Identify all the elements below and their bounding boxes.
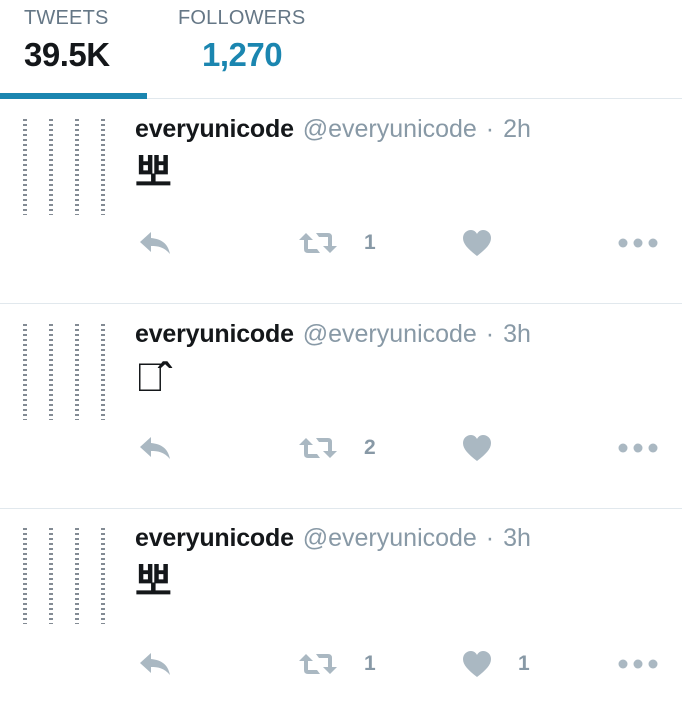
avatar-glyph-column [49,528,53,624]
retweet-count: 1 [364,652,376,675]
tweet-separator: · [485,524,495,552]
tweet-actions: 1 [0,223,682,263]
more-dots-icon [618,443,658,453]
tweet-fullname[interactable]: everyunicode [135,524,294,552]
tweet-timestamp[interactable]: 2h [503,115,531,143]
tweet-username[interactable]: @everyunicode [303,320,477,348]
reply-icon [138,435,172,461]
tweet-timestamp[interactable]: 3h [503,320,531,348]
more-dots-icon [618,659,658,669]
more-dots-icon [618,238,658,248]
tweet-item[interactable]: everyunicode @everyunicode · 3h 뽀̂ 2 [0,304,682,509]
followers-stat[interactable]: FOLLOWERS 1,270 [178,0,338,98]
heart-icon [462,434,492,462]
avatar-glyph-column [101,324,105,420]
avatar-glyph-column [75,324,79,420]
reply-button[interactable] [138,644,172,684]
avatar-glyph-column [23,324,27,420]
tweet-separator: · [485,320,495,348]
profile-stats-nav: TWEETS 39.5K FOLLOWERS 1,270 [0,0,682,99]
avatar[interactable] [18,324,114,420]
avatar-glyph-column [23,119,27,215]
retweet-icon [298,436,338,460]
retweet-icon [298,652,338,676]
avatar-glyph-column [101,528,105,624]
followers-stat-value: 1,270 [202,36,283,73]
like-button[interactable]: 1 [462,644,530,684]
like-button[interactable] [462,223,518,263]
avatar-glyph-column [75,528,79,624]
tweet-item[interactable]: everyunicode @everyunicode · 3h 뽀 1 1 [0,508,682,712]
avatar-glyph-column [101,119,105,215]
more-button[interactable] [618,644,658,684]
followers-stat-label: FOLLOWERS [178,7,306,29]
tweet-timestamp[interactable]: 3h [503,524,531,552]
reply-icon [138,230,172,256]
avatar[interactable] [18,119,114,215]
retweet-button[interactable]: 1 [298,644,376,684]
avatar-glyph-column [49,324,53,420]
reply-icon [138,651,172,677]
retweet-icon [298,231,338,255]
tweet-item[interactable]: everyunicode @everyunicode · 2h 뽀 1 [0,99,682,304]
heart-icon [462,229,492,257]
tweet-text: 뽀̂ [135,356,165,400]
avatar[interactable] [18,528,114,624]
tweet-actions: 1 1 [0,644,682,684]
tweet-header: everyunicode @everyunicode · 3h [135,524,531,553]
tweet-username[interactable]: @everyunicode [303,524,477,552]
retweet-button[interactable]: 1 [298,223,376,263]
tweet-fullname[interactable]: everyunicode [135,115,294,143]
reply-button[interactable] [138,428,172,468]
avatar-glyph-column [75,119,79,215]
tweets-stat[interactable]: TWEETS 39.5K [0,0,147,99]
tweet-text: 뽀 [135,560,172,604]
heart-icon [462,650,492,678]
tweet-separator: · [485,115,495,143]
avatar-glyph-column [49,119,53,215]
tweet-header: everyunicode @everyunicode · 2h [135,115,531,144]
like-button[interactable] [462,428,518,468]
tweet-text: 뽀 [135,151,172,195]
more-button[interactable] [618,428,658,468]
tweet-header: everyunicode @everyunicode · 3h [135,320,531,349]
tweets-stat-value: 39.5K [24,36,110,73]
more-button[interactable] [618,223,658,263]
reply-button[interactable] [138,223,172,263]
tweet-fullname[interactable]: everyunicode [135,320,294,348]
avatar-glyph-column [23,528,27,624]
tweet-actions: 2 [0,428,682,468]
tweets-stat-label: TWEETS [24,7,109,29]
retweet-count: 1 [364,231,376,254]
retweet-count: 2 [364,436,376,459]
retweet-button[interactable]: 2 [298,428,376,468]
like-count: 1 [518,652,530,675]
tweet-username[interactable]: @everyunicode [303,115,477,143]
